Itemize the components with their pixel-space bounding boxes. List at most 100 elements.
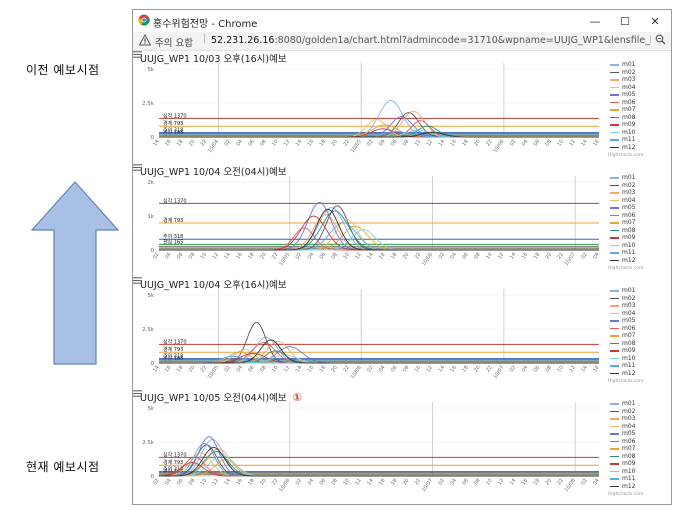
x-tick-label: 18 bbox=[319, 365, 328, 374]
legend-item[interactable]: m05 bbox=[610, 317, 660, 325]
x-tick-label: 10 bbox=[342, 252, 351, 261]
legend-label: m11 bbox=[622, 136, 636, 144]
legend-label: m02 bbox=[622, 294, 636, 302]
legend-item[interactable]: m03 bbox=[610, 189, 660, 197]
legend-item[interactable]: m09 bbox=[610, 234, 660, 242]
legend-swatch bbox=[610, 237, 619, 239]
legend-item[interactable]: m02 bbox=[610, 69, 660, 77]
series-line-m02[interactable] bbox=[159, 321, 599, 364]
series-line-m05[interactable] bbox=[159, 202, 599, 251]
highcharts-credit[interactable]: Highcharts.com bbox=[608, 379, 643, 384]
window-titlebar[interactable]: 홍수위험전망 - Chrome — ☐ ✕ bbox=[133, 10, 671, 32]
legend-label: m05 bbox=[622, 204, 636, 212]
legend-item[interactable]: m05 bbox=[610, 204, 660, 212]
legend-item[interactable]: m06 bbox=[610, 438, 660, 446]
series-line-m01[interactable] bbox=[159, 207, 599, 251]
legend-item[interactable]: m04 bbox=[610, 197, 660, 205]
chart-plot: 5k2.5k014 16 18 20 2210/04 02 04 06 08 10 12 14 16 18… bbox=[142, 63, 601, 154]
legend-item[interactable]: m09 bbox=[610, 121, 660, 129]
legend-item[interactable]: m10 bbox=[610, 129, 660, 137]
legend-item[interactable]: m08 bbox=[610, 227, 660, 235]
highcharts-credit[interactable]: Highcharts.com bbox=[608, 266, 643, 271]
legend-item[interactable]: m01 bbox=[610, 61, 660, 69]
legend-item[interactable]: m10 bbox=[610, 242, 660, 250]
warning-icon[interactable] bbox=[139, 34, 151, 46]
address-bar[interactable]: 주의 요함 | 52.231.26.16:8080/golden1a/chart… bbox=[133, 32, 671, 51]
legend-item[interactable]: m04 bbox=[610, 84, 660, 92]
chart-menu-icon[interactable] bbox=[133, 51, 142, 58]
legend-item[interactable]: m08 bbox=[610, 340, 660, 348]
series-line-m09[interactable] bbox=[159, 215, 599, 251]
legend-item[interactable]: m03 bbox=[610, 302, 660, 310]
legend-item[interactable]: m03 bbox=[610, 415, 660, 423]
highcharts-credit[interactable]: Highcharts.com bbox=[608, 153, 643, 158]
legend-label: m03 bbox=[622, 415, 636, 423]
legend-item[interactable]: m02 bbox=[610, 295, 660, 303]
legend-item[interactable]: m07 bbox=[610, 106, 660, 114]
legend-swatch bbox=[610, 207, 619, 209]
legend-item[interactable]: m04 bbox=[610, 310, 660, 318]
legend-item[interactable]: m01 bbox=[610, 174, 660, 182]
chart-menu-icon[interactable] bbox=[133, 390, 142, 397]
legend-swatch bbox=[610, 199, 619, 201]
legend-item[interactable]: m03 bbox=[610, 76, 660, 84]
legend-item[interactable]: m08 bbox=[610, 453, 660, 461]
x-tick-label: 08 bbox=[544, 365, 553, 374]
url-text[interactable]: 52.231.26.16:8080/golden1a/chart.html?ad… bbox=[211, 35, 651, 46]
legend-item[interactable]: m01 bbox=[610, 287, 660, 295]
legend-label: m10 bbox=[622, 354, 636, 362]
minimize-button[interactable]: — bbox=[581, 10, 609, 32]
legend-item[interactable]: m08 bbox=[610, 114, 660, 122]
legend-item[interactable]: m11 bbox=[610, 136, 660, 144]
highcharts-credit[interactable]: Highcharts.com bbox=[608, 492, 643, 497]
chart-menu-icon[interactable] bbox=[133, 164, 142, 171]
close-button[interactable]: ✕ bbox=[641, 10, 669, 32]
x-tick-label: 04 bbox=[449, 478, 458, 487]
series-line-m02[interactable] bbox=[159, 205, 599, 251]
legend-item[interactable]: m09 bbox=[610, 460, 660, 468]
legend-item[interactable]: m04 bbox=[610, 423, 660, 431]
legend-item[interactable]: m06 bbox=[610, 99, 660, 107]
legend-swatch bbox=[610, 131, 619, 133]
legend-item[interactable]: m05 bbox=[610, 430, 660, 438]
legend-item[interactable]: m12 bbox=[610, 483, 660, 491]
x-tick-label: 06 bbox=[319, 478, 328, 487]
legend-label: m08 bbox=[622, 452, 636, 460]
series-line-m12[interactable] bbox=[159, 208, 599, 251]
x-tick-label: 10/06 bbox=[421, 252, 434, 267]
x-tick-label: 08 bbox=[259, 365, 268, 374]
legend-item[interactable]: m06 bbox=[610, 325, 660, 333]
x-tick-label: 22 bbox=[200, 139, 209, 148]
x-tick-label: 04 bbox=[521, 139, 530, 148]
legend-item[interactable]: m12 bbox=[610, 144, 660, 152]
legend-item[interactable]: m07 bbox=[610, 219, 660, 227]
legend-item[interactable]: m06 bbox=[610, 212, 660, 220]
legend-item[interactable]: m10 bbox=[610, 355, 660, 363]
legend-swatch bbox=[610, 478, 619, 480]
legend-item[interactable]: m07 bbox=[610, 332, 660, 340]
legend-item[interactable]: m01 bbox=[610, 400, 660, 408]
legend-item[interactable]: m02 bbox=[610, 408, 660, 416]
legend-item[interactable]: m02 bbox=[610, 182, 660, 190]
legend-item[interactable]: m12 bbox=[610, 257, 660, 265]
legend-swatch bbox=[610, 244, 619, 246]
x-tick-label: 22 bbox=[485, 365, 494, 374]
legend-item[interactable]: m09 bbox=[610, 347, 660, 355]
legend-item[interactable]: m05 bbox=[610, 91, 660, 99]
zoom-icon[interactable] bbox=[655, 34, 666, 45]
series-line-m04[interactable] bbox=[159, 219, 599, 251]
y-tick-label: 1k bbox=[147, 214, 154, 220]
x-tick-label: 06 bbox=[176, 478, 185, 487]
legend-item[interactable]: m07 bbox=[610, 445, 660, 453]
legend-swatch bbox=[610, 463, 619, 465]
legend-item[interactable]: m11 bbox=[610, 249, 660, 257]
legend-label: m02 bbox=[622, 181, 636, 189]
x-tick-label: 04 bbox=[164, 252, 173, 261]
legend-item[interactable]: m11 bbox=[610, 362, 660, 370]
not-secure-label[interactable]: 주의 요함 bbox=[155, 35, 193, 49]
chart-menu-icon[interactable] bbox=[133, 277, 142, 284]
legend-item[interactable]: m12 bbox=[610, 370, 660, 378]
legend-item[interactable]: m11 bbox=[610, 475, 660, 483]
maximize-button[interactable]: ☐ bbox=[611, 10, 639, 32]
legend-item[interactable]: m10 bbox=[610, 468, 660, 476]
